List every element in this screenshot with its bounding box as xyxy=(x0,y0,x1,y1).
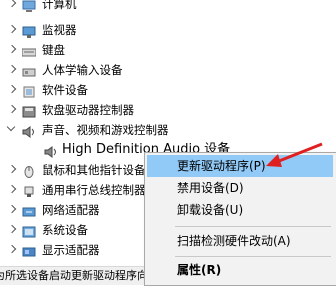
tree-item-floppy-controller[interactable]: 软盘驱动器控制器 xyxy=(0,100,336,120)
system-device-icon xyxy=(22,224,36,238)
chevron-right-icon[interactable] xyxy=(7,224,17,234)
tree-item-label: 监视器 xyxy=(42,23,77,37)
chevron-right-icon[interactable] xyxy=(7,164,17,174)
monitor-icon xyxy=(22,24,36,38)
tree-item-monitor[interactable]: 监视器 xyxy=(0,20,336,40)
mouse-icon xyxy=(22,164,36,178)
tree-item-label: 显示适配器 xyxy=(42,243,100,257)
tree-item-label: 网络适配器 xyxy=(42,203,100,217)
speaker-icon xyxy=(22,124,36,138)
tree-item-software-device[interactable]: 软件设备 xyxy=(0,80,336,100)
tree-item-sound-video-game[interactable]: 声音、视频和游戏控制器 xyxy=(0,120,336,140)
tree-item-label: 人体学输入设备 xyxy=(42,63,123,77)
chevron-right-icon[interactable] xyxy=(7,64,17,74)
tree-item-label: 系统设备 xyxy=(42,223,88,237)
computer-icon xyxy=(22,0,36,12)
chevron-right-icon[interactable] xyxy=(7,204,17,214)
menu-separator xyxy=(175,226,331,227)
software-device-icon xyxy=(22,84,36,98)
tree-item-label: 鼠标和其他指针设备 xyxy=(42,163,146,177)
menu-item-properties[interactable]: 属性(R) xyxy=(147,259,333,281)
chevron-right-icon[interactable] xyxy=(7,84,17,94)
menu-item-disable-device[interactable]: 禁用设备(D) xyxy=(147,177,333,199)
chevron-right-icon[interactable] xyxy=(7,24,17,34)
context-menu: 更新驱动程序(P) 禁用设备(D) 卸载设备(U) 扫描检测硬件改动(A) 属性… xyxy=(144,152,336,286)
chevron-down-icon[interactable] xyxy=(6,122,16,132)
menu-item-uninstall-device[interactable]: 卸载设备(U) xyxy=(147,199,333,221)
chevron-right-icon[interactable] xyxy=(7,0,17,8)
tree-item-label: 声音、视频和游戏控制器 xyxy=(42,123,169,137)
network-adapter-icon xyxy=(22,204,36,217)
chevron-right-icon[interactable] xyxy=(7,244,17,254)
chevron-right-icon[interactable] xyxy=(7,184,17,194)
menu-separator xyxy=(175,256,331,257)
tree-item-label: 软盘驱动器控制器 xyxy=(42,103,134,117)
tree-item-label: 键盘 xyxy=(42,43,65,57)
tree-item-label: 计算机 xyxy=(42,0,77,11)
chevron-right-icon[interactable] xyxy=(7,104,17,114)
chevron-right-icon[interactable] xyxy=(7,44,17,54)
usb-icon xyxy=(22,184,36,197)
display-adapter-icon xyxy=(22,244,36,257)
floppy-controller-icon xyxy=(22,104,36,118)
tree-item-label: 软件设备 xyxy=(42,83,88,97)
tree-item-hid[interactable]: 人体学输入设备 xyxy=(0,60,336,80)
speaker-icon xyxy=(44,144,58,158)
tree-item-computer[interactable]: 计算机 xyxy=(0,0,336,14)
keyboard-icon xyxy=(21,44,37,57)
menu-item-update-driver[interactable]: 更新驱动程序(P) xyxy=(147,155,333,177)
tree-item-keyboard[interactable]: 键盘 xyxy=(0,40,336,60)
tree-item-label: 通用串行总线控制器 xyxy=(42,183,146,197)
menu-item-scan-hardware[interactable]: 扫描检测硬件改动(A) xyxy=(147,230,333,252)
hid-icon xyxy=(22,64,36,77)
